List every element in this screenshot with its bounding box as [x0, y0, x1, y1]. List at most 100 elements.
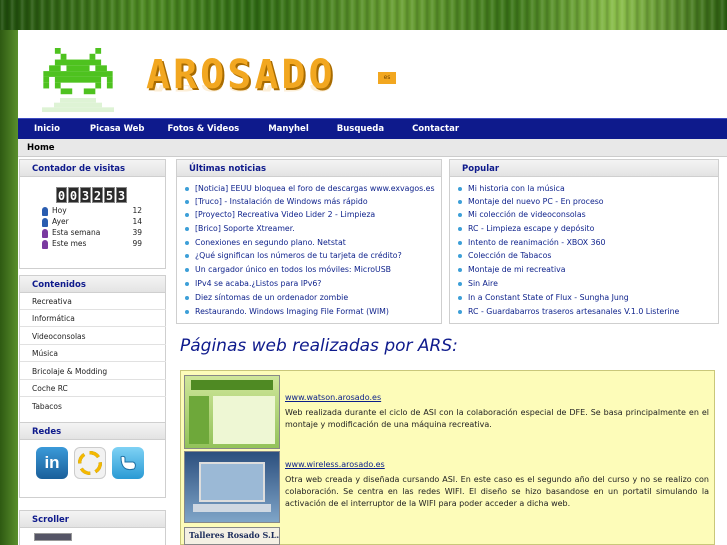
popular-item[interactable]: RC - Limpieza escape y depósito	[458, 224, 594, 236]
news-item-text: ¿Qué significan los números de tu tarjet…	[195, 251, 402, 260]
breadcrumb-bar: Home	[18, 139, 727, 157]
bullet-icon	[458, 282, 462, 286]
picasa-icon[interactable]	[74, 447, 106, 479]
counter-digit: 3	[80, 187, 91, 203]
visit-counter-display: 0 0 3 2 5 3	[56, 187, 128, 203]
popular-item[interactable]: Montaje del nuevo PC - En proceso	[458, 197, 604, 209]
wireless-site-thumbnail[interactable]	[184, 451, 280, 523]
news-item[interactable]: [Brico] Soporte Xtreamer.	[185, 224, 295, 236]
counter-digit: 0	[56, 187, 67, 203]
nav-item-picasa-web[interactable]: Picasa Web	[90, 124, 145, 134]
news-item[interactable]: Un cargador único en todos los móviles: …	[185, 265, 391, 277]
bullet-icon	[458, 241, 462, 245]
news-item-text: [Truco] - Instalación de Windows más ráp…	[195, 197, 368, 206]
bullet-icon	[185, 241, 189, 245]
news-item-text: Diez síntomas de un ordenador zombie	[195, 293, 349, 302]
sidebar-item-tabacos[interactable]: Tabacos	[20, 398, 166, 415]
talleres-site-thumbnail[interactable]: Talleres Rosado S.L.	[184, 527, 280, 545]
news-item[interactable]: IPv4 se acaba.¿Listos para IPv6?	[185, 279, 321, 291]
popular-item[interactable]: Colección de Tabacos	[458, 251, 551, 263]
sidebar-item-videoconsolas[interactable]: Videoconsolas	[20, 328, 166, 345]
popular-item[interactable]: Intento de reanimación - XBOX 360	[458, 238, 606, 250]
news-item-text: Restaurando. Windows Imaging File Format…	[195, 307, 389, 316]
thumbnail-laptop-base	[193, 504, 271, 512]
nav-item-fotos-videos[interactable]: Fotos & Videos	[168, 124, 240, 134]
site-header: AROSADO AROSADO es	[18, 30, 727, 118]
site-desc-wireless: Otra web creada y diseñada cursando ASI.…	[285, 475, 709, 508]
contenidos-title: Contenidos	[20, 276, 165, 293]
twitter-icon[interactable]	[112, 447, 144, 479]
popular-item[interactable]: Mi historia con la música	[458, 184, 565, 196]
news-item[interactable]: Diez síntomas de un ordenador zombie	[185, 293, 348, 305]
news-item[interactable]: ¿Qué significan los números de tu tarjet…	[185, 251, 402, 263]
sidebar-item-bricolaje-modding[interactable]: Bricolaje & Modding	[20, 363, 166, 380]
news-item[interactable]: Conexiones en segundo plano. Netstat	[185, 238, 346, 250]
space-invader-logo-icon[interactable]	[42, 48, 114, 100]
news-item[interactable]: [Proyecto] Recreativa Video Lider 2 - Li…	[185, 210, 375, 222]
person-icon	[42, 207, 48, 216]
top-decorative-stripe	[0, 0, 727, 30]
thumbnail-laptop-screen	[199, 462, 265, 502]
thumbnail-content	[213, 396, 275, 444]
news-item-text: Un cargador único en todos los móviles: …	[195, 265, 392, 274]
counter-digit: 3	[116, 187, 127, 203]
news-item[interactable]: Restaurando. Windows Imaging File Format…	[185, 307, 389, 319]
counter-digit: 5	[104, 187, 115, 203]
site-link-watson[interactable]: www.watson.arosado.es	[285, 393, 381, 402]
bullet-icon	[185, 227, 189, 231]
nav-item-contactar[interactable]: Contactar	[412, 124, 459, 134]
bullet-icon	[458, 227, 462, 231]
nav-item-busqueda[interactable]: Busqueda	[337, 124, 384, 134]
site-link-wireless[interactable]: www.wireless.arosado.es	[285, 460, 385, 469]
visit-row-esta-semana: Esta semana 39	[42, 228, 142, 239]
bullet-icon	[458, 213, 462, 217]
popular-item[interactable]: Sin Aire	[458, 279, 498, 291]
popular-item[interactable]: Montaje de mi recreativa	[458, 265, 566, 277]
popular-item-text: Mi colección de videoconsolas	[468, 210, 586, 219]
sidebar-item-recreativa[interactable]: Recreativa	[20, 293, 166, 310]
thumbnail-title: Talleres Rosado S.L.	[189, 530, 280, 540]
popular-item[interactable]: RC - Guardabarros traseros artesanales V…	[458, 307, 679, 319]
breadcrumb[interactable]: Home	[27, 143, 55, 153]
contenidos-panel: Contenidos Recreativa Informática Videoc…	[19, 275, 166, 446]
thumbnail-header	[191, 380, 273, 390]
bullet-icon	[185, 187, 189, 191]
visit-counter-panel: Contador de visitas 0 0 3 2 5 3 Hoy 12 A…	[19, 159, 166, 269]
counter-digit: 2	[92, 187, 103, 203]
thumbnail-sidebar	[189, 396, 209, 444]
scroller-thumbnail[interactable]	[34, 533, 72, 541]
news-item[interactable]: [Noticia] EEUU bloquea el foro de descar…	[185, 184, 435, 196]
main-nav: Inicio Picasa Web Fotos & Videos Manyhel…	[18, 118, 727, 139]
bullet-icon	[458, 254, 462, 258]
sidebar-item-coche-rc[interactable]: Coche RC	[20, 380, 166, 397]
scroller-title: Scroller	[20, 511, 165, 528]
news-item[interactable]: [Truco] - Instalación de Windows más ráp…	[185, 197, 368, 209]
watson-site-thumbnail[interactable]	[184, 375, 280, 449]
bullet-icon	[185, 296, 189, 300]
news-panel: Últimas noticias [Noticia] EEUU bloquea …	[176, 159, 442, 324]
bullet-icon	[185, 200, 189, 204]
visit-row-hoy: Hoy 12	[42, 206, 142, 217]
person-icon	[42, 218, 48, 227]
person-icon	[42, 229, 48, 238]
visit-row-ayer: Ayer 14	[42, 217, 142, 228]
person-icon	[42, 240, 48, 249]
news-item-text: IPv4 se acaba.¿Listos para IPv6?	[195, 279, 322, 288]
space-invader-reflection	[42, 98, 114, 112]
popular-item-text: RC - Guardabarros traseros artesanales V…	[468, 307, 680, 316]
sidebar-item-informatica[interactable]: Informática	[20, 310, 166, 327]
popular-item-text: Montaje de mi recreativa	[468, 265, 566, 274]
visit-row-value: 12	[132, 206, 142, 215]
sidebar-item-musica[interactable]: Música	[20, 345, 166, 362]
visit-row-este-mes: Este mes 99	[42, 239, 142, 250]
popular-item[interactable]: In a Constant State of Flux - Sungha Jun…	[458, 293, 629, 305]
sites-section-title: Páginas web realizadas por ARS:	[180, 336, 458, 356]
visit-row-value: 99	[132, 239, 142, 248]
news-title: Últimas noticias	[177, 160, 441, 177]
nav-item-manyhel[interactable]: Manyhel	[268, 124, 309, 134]
linkedin-icon[interactable]: in	[36, 447, 68, 479]
nav-item-inicio[interactable]: Inicio	[34, 124, 60, 134]
visit-row-value: 39	[132, 228, 142, 237]
popular-item[interactable]: Mi colección de videoconsolas	[458, 210, 586, 222]
popular-item-text: RC - Limpieza escape y depósito	[468, 224, 595, 233]
